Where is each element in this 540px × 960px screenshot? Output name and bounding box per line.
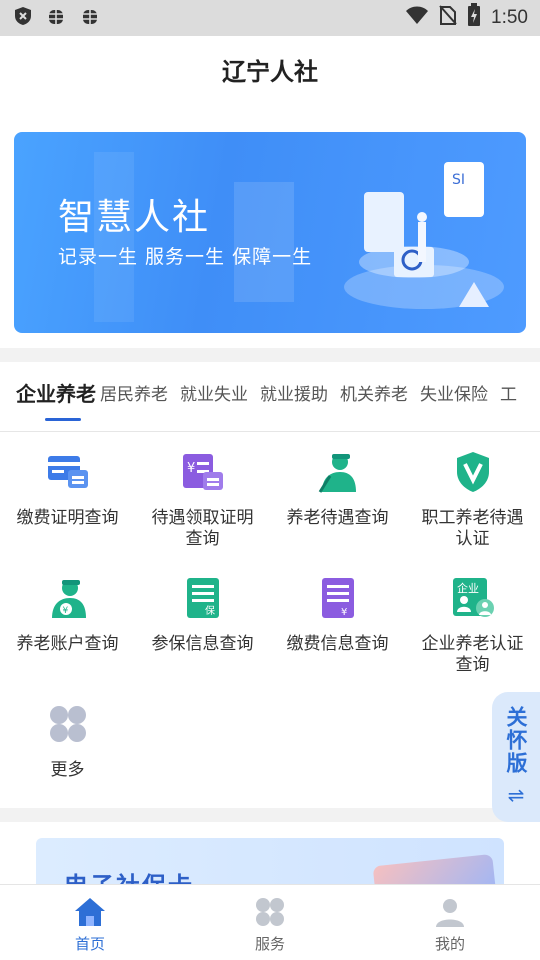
service-label: 待遇领取证明查询	[151, 508, 254, 549]
payment-info-icon: ¥	[321, 578, 354, 618]
service-label: 养老账户查询	[16, 634, 119, 654]
bug-icon	[78, 4, 102, 33]
svg-text:企业: 企业	[457, 581, 479, 595]
swap-icon: ⇌	[507, 783, 525, 807]
wifi-icon	[405, 5, 429, 31]
svg-text:¥: ¥	[187, 461, 195, 476]
tab-unemployment-insurance[interactable]: 失业保险	[420, 380, 488, 405]
svg-text:SI: SI	[452, 172, 465, 188]
status-bar: 1:50	[0, 0, 540, 36]
nav-label: 我的	[434, 935, 465, 953]
service-label: 更多	[50, 760, 85, 780]
clock-time: 1:50	[491, 7, 528, 28]
service-label: 缴费信息查询	[286, 634, 389, 654]
care-mode-button[interactable]: 关怀版 ⇌	[492, 692, 540, 822]
tab-government-pension[interactable]: 机关养老	[340, 380, 408, 405]
tab-resident-pension[interactable]: 居民养老	[100, 380, 168, 405]
nav-label: 服务	[254, 935, 285, 953]
verification-shield-icon	[456, 452, 489, 492]
service-item-pension-benefit[interactable]: 养老待遇查询	[270, 450, 405, 529]
service-item-pension-verification[interactable]: 职工养老待遇认证	[405, 450, 540, 550]
svg-text:¥: ¥	[341, 607, 347, 618]
category-tabs: 企业养老 居民养老 就业失业 就业援助 机关养老 失业保险 工	[0, 362, 540, 432]
header-section: 辽宁人社 智慧人社 记录一生 服务一生 保障一生 SI	[0, 36, 540, 348]
service-item-benefit-certificate[interactable]: ¥ 待遇领取证明查询	[135, 450, 270, 550]
home-icon	[75, 898, 105, 926]
service-grid: 缴费证明查询 ¥ 待遇领取证明查询 养老待遇查询 职工养老待遇认证 ¥ 养老账户…	[0, 432, 540, 808]
tab-work-injury[interactable]: 工	[500, 380, 517, 405]
nav-services[interactable]: 服务	[180, 885, 360, 960]
battery-charging-icon	[467, 3, 481, 33]
shield-x-icon	[12, 5, 34, 32]
service-item-insurance-info[interactable]: 保 参保信息查询	[135, 576, 270, 655]
banner-illustration: SI	[344, 162, 504, 309]
user-icon	[436, 899, 464, 927]
ecard-illustration	[372, 853, 500, 884]
service-item-payment-certificate[interactable]: 缴费证明查询	[0, 450, 135, 529]
bottom-navigation: 首页 服务 我的	[0, 884, 540, 960]
services-grid-icon	[256, 898, 284, 926]
service-item-enterprise-certification[interactable]: 企业 企业养老认证查询	[405, 576, 540, 676]
benefit-certificate-icon: ¥	[182, 454, 223, 490]
tab-enterprise-pension[interactable]: 企业养老	[16, 378, 96, 407]
service-item-payment-info[interactable]: ¥ 缴费信息查询	[270, 576, 405, 655]
pension-account-icon: ¥	[51, 580, 86, 618]
nav-home[interactable]: 首页	[0, 885, 180, 960]
nav-profile[interactable]: 我的	[360, 885, 540, 960]
svg-text:保: 保	[205, 604, 215, 617]
insurance-info-icon: 保	[186, 578, 219, 618]
service-label: 参保信息查询	[151, 634, 254, 654]
more-grid-icon	[49, 706, 86, 742]
tab-employment[interactable]: 就业失业	[180, 380, 248, 405]
payment-certificate-icon	[47, 456, 88, 488]
ecard-title: 电子社保卡	[64, 866, 194, 884]
service-label: 企业养老认证查询	[421, 634, 524, 675]
page-title: 辽宁人社	[222, 58, 318, 86]
enterprise-certification-icon: 企业	[452, 578, 494, 617]
service-label: 养老待遇查询	[286, 508, 389, 528]
ecard-banner[interactable]: 电子社保卡	[36, 838, 504, 884]
care-mode-label: 关怀版	[504, 706, 528, 775]
banner-subtitle: 记录一生 服务一生 保障一生	[58, 246, 313, 268]
service-item-pension-account[interactable]: ¥ 养老账户查询	[0, 576, 135, 655]
nav-label: 首页	[74, 935, 105, 953]
active-tab-indicator	[45, 418, 81, 421]
service-item-more[interactable]: 更多	[0, 702, 135, 781]
svg-text:¥: ¥	[62, 606, 68, 616]
no-sim-icon	[439, 4, 457, 32]
service-label: 职工养老待遇认证	[421, 508, 524, 549]
bug-icon	[44, 4, 68, 33]
ecard-section: 电子社保卡	[0, 822, 540, 884]
tab-employment-aid[interactable]: 就业援助	[260, 380, 328, 405]
pension-benefit-icon	[318, 454, 356, 493]
service-label: 缴费证明查询	[16, 508, 119, 528]
banner-title: 智慧人社	[58, 197, 211, 238]
promo-banner[interactable]: 智慧人社 记录一生 服务一生 保障一生 SI	[14, 132, 526, 333]
